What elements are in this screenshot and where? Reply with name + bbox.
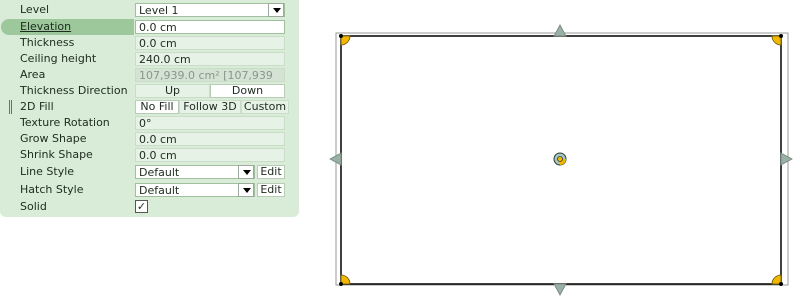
- vertex-dot: [339, 282, 343, 286]
- drawing-canvas[interactable]: [0, 0, 798, 302]
- edge-handle-right[interactable]: [780, 152, 793, 166]
- edge-handle-top[interactable]: [553, 24, 567, 37]
- vertex-dot: [779, 34, 783, 38]
- rotate-handle-center: [557, 156, 563, 162]
- vertex-dot: [339, 34, 343, 38]
- edge-handle-bottom[interactable]: [553, 283, 567, 296]
- vertex-dot: [779, 282, 783, 286]
- rotate-handle[interactable]: [553, 152, 567, 166]
